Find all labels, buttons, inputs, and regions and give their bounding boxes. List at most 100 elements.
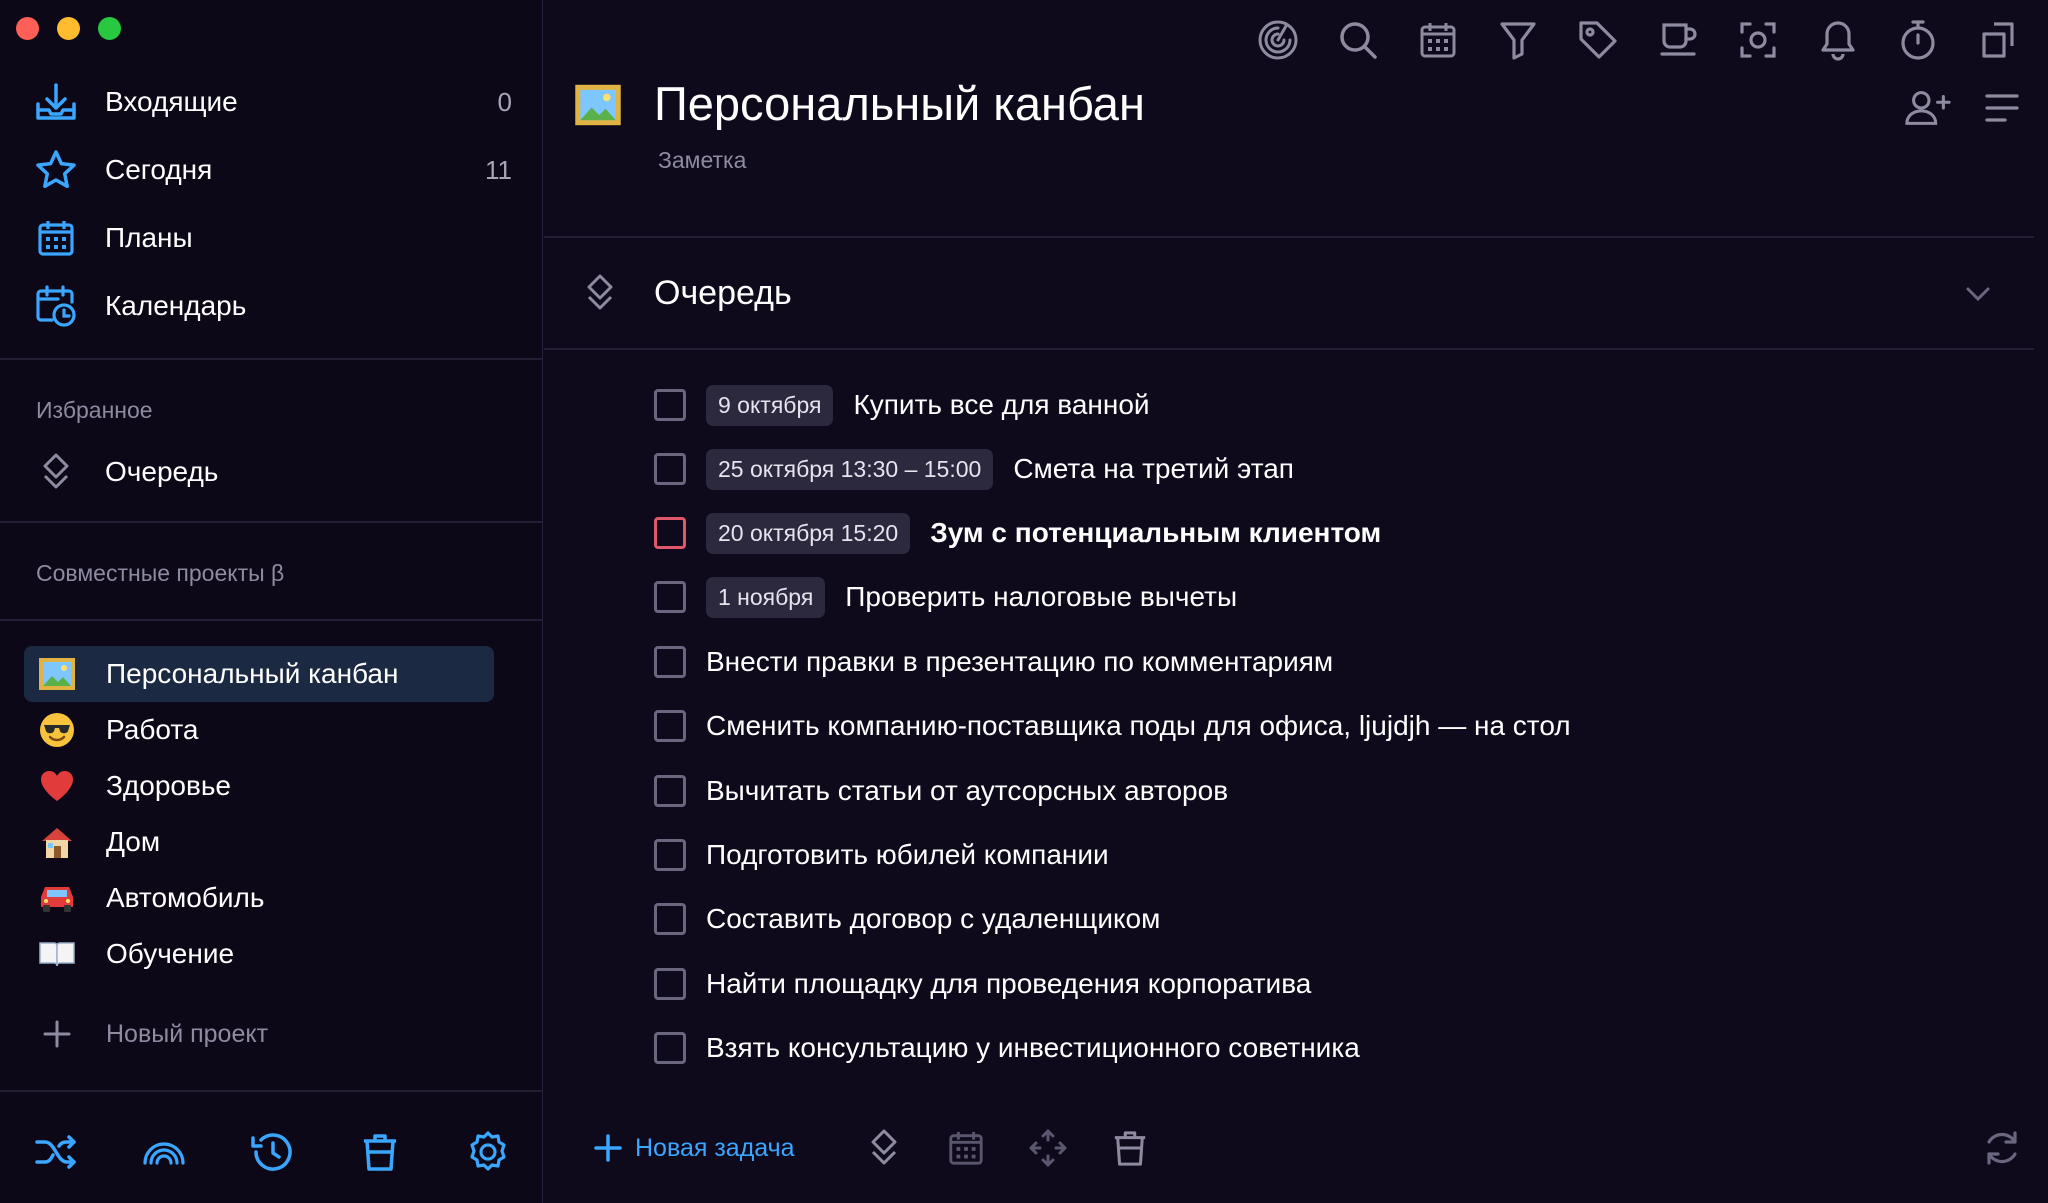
task-title[interactable]: Составить договор с удаленщиком: [706, 903, 1160, 935]
project-item-home[interactable]: Дом: [24, 814, 494, 870]
section-title[interactable]: Очередь: [654, 274, 792, 313]
task-row[interactable]: Вычитать статьи от аутсорсных авторов: [654, 767, 1228, 815]
picture-icon: [574, 83, 622, 131]
task-title[interactable]: Купить все для ванной: [853, 389, 1149, 421]
task-row[interactable]: Подготовить юбилей компании: [654, 831, 1109, 879]
task-checkbox[interactable]: [654, 903, 686, 935]
rainbow-icon[interactable]: [140, 1128, 188, 1176]
plus-icon: [36, 1013, 78, 1055]
task-checkbox[interactable]: [654, 389, 686, 421]
sidebar: Входящие 0 Сегодня 11 Планы Календарь Из…: [0, 0, 543, 1203]
add-user-icon[interactable]: [1904, 84, 1952, 132]
calendar-grid-icon: [32, 214, 80, 262]
task-row[interactable]: 25 октября 13:30 – 15:00 Смета на третий…: [654, 445, 1294, 493]
history-icon[interactable]: [248, 1128, 296, 1176]
new-project-label: Новый проект: [106, 1019, 269, 1048]
task-checkbox[interactable]: [654, 581, 686, 613]
sidebar-item-queue[interactable]: Очередь: [32, 444, 512, 500]
project-item-education[interactable]: Обучение: [24, 926, 494, 982]
bell-icon[interactable]: [1814, 16, 1862, 64]
today-count: 11: [485, 154, 512, 185]
chevron-down-icon[interactable]: [1954, 270, 2002, 318]
project-item-work[interactable]: Работа: [24, 702, 494, 758]
task-checkbox[interactable]: [654, 775, 686, 807]
task-checkbox[interactable]: [654, 839, 686, 871]
task-row[interactable]: Внести правки в презентацию по комментар…: [654, 638, 1333, 686]
new-task-button[interactable]: Новая задача: [635, 1134, 795, 1163]
task-row[interactable]: 20 октября 15:20 Зум с потенциальным кли…: [654, 509, 1381, 557]
task-row[interactable]: Составить договор с удаленщиком: [654, 895, 1160, 943]
task-title[interactable]: Сменить компанию-поставщика поды для офи…: [706, 710, 1571, 742]
sidebar-item-label: Сегодня: [105, 154, 213, 185]
task-date-badge: 9 октября: [706, 384, 834, 426]
task-row[interactable]: 9 октября Купить все для ванной: [654, 381, 1150, 429]
task-title[interactable]: Подготовить юбилей компании: [706, 839, 1109, 871]
sidebar-item-plans[interactable]: Планы: [32, 210, 512, 266]
project-label: Здоровье: [106, 770, 232, 801]
refresh-icon[interactable]: [1978, 1124, 2026, 1172]
favorites-title: Избранное: [36, 397, 153, 423]
task-title[interactable]: Внести правки в презентацию по комментар…: [706, 646, 1333, 678]
sidebar-item-label: Календарь: [105, 290, 247, 321]
task-checkbox[interactable]: [654, 710, 686, 742]
tag-icon[interactable]: [1574, 16, 1622, 64]
trash-icon[interactable]: [1106, 1124, 1154, 1172]
picture-icon: [36, 653, 78, 695]
task-title[interactable]: Взять консультацию у инвестиционного сов…: [706, 1032, 1360, 1064]
page-subtitle[interactable]: Заметка: [658, 147, 746, 174]
close-window-button[interactable]: [16, 17, 39, 40]
task-row[interactable]: 1 ноября Проверить налоговые вычеты: [654, 573, 1237, 621]
task-title[interactable]: Найти площадку для проведения корпоратив…: [706, 968, 1311, 1000]
new-project-button[interactable]: Новый проект: [24, 1006, 494, 1062]
queue-icon: [32, 448, 80, 496]
project-label: Обучение: [106, 938, 235, 969]
project-item-car[interactable]: Автомобиль: [24, 870, 494, 926]
sidebar-item-inbox[interactable]: Входящие 0: [32, 74, 512, 130]
filter-icon[interactable]: [1494, 16, 1542, 64]
task-row[interactable]: Найти площадку для проведения корпоратив…: [654, 960, 1311, 1008]
plus-icon[interactable]: [584, 1124, 632, 1172]
page-title: Персональный канбан: [654, 77, 1145, 130]
sidebar-item-today[interactable]: Сегодня 11: [32, 142, 512, 198]
shuffle-icon[interactable]: [32, 1128, 80, 1176]
project-item-health[interactable]: Здоровье: [24, 758, 494, 814]
task-title[interactable]: Зум с потенциальным клиентом: [930, 517, 1381, 549]
sidebar-item-calendar[interactable]: Календарь: [32, 278, 512, 334]
settings-icon[interactable]: [464, 1128, 512, 1176]
trash-icon[interactable]: [356, 1128, 404, 1176]
queue-icon: [584, 272, 620, 316]
task-checkbox[interactable]: [654, 968, 686, 1000]
task-title[interactable]: Вычитать статьи от аутсорсных авторов: [706, 775, 1228, 807]
divider: [544, 348, 2034, 350]
car-icon: [36, 877, 78, 919]
task-checkbox[interactable]: [654, 453, 686, 485]
move-icon[interactable]: [1024, 1124, 1072, 1172]
calendar-clock-icon: [32, 282, 80, 330]
screenshot-icon[interactable]: [1734, 16, 1782, 64]
calendar-icon[interactable]: [942, 1124, 990, 1172]
export-icon[interactable]: [1974, 16, 2022, 64]
house-icon: [36, 821, 78, 863]
divider: [0, 1090, 543, 1092]
timer-icon[interactable]: [1894, 16, 1942, 64]
divider: [544, 236, 2034, 238]
project-label: Дом: [106, 826, 161, 857]
task-checkbox[interactable]: [654, 646, 686, 678]
inbox-count: 0: [497, 86, 512, 117]
queue-icon[interactable]: [860, 1124, 908, 1172]
task-checkbox[interactable]: [654, 1032, 686, 1064]
task-title[interactable]: Проверить налоговые вычеты: [845, 581, 1237, 613]
menu-icon[interactable]: [1978, 84, 2026, 132]
search-icon[interactable]: [1334, 16, 1382, 64]
task-checkbox[interactable]: [654, 517, 686, 549]
book-icon: [36, 933, 78, 975]
task-row[interactable]: Сменить компанию-поставщика поды для офи…: [654, 702, 1571, 750]
coffee-icon[interactable]: [1654, 16, 1702, 64]
zoom-window-button[interactable]: [98, 17, 121, 40]
minimize-window-button[interactable]: [57, 17, 80, 40]
task-row[interactable]: Взять консультацию у инвестиционного сов…: [654, 1024, 1360, 1072]
calendar-icon[interactable]: [1414, 16, 1462, 64]
focus-icon[interactable]: [1254, 16, 1302, 64]
task-title[interactable]: Смета на третий этап: [1013, 453, 1294, 485]
project-item-personal-kanban[interactable]: Персональный канбан: [24, 646, 494, 702]
